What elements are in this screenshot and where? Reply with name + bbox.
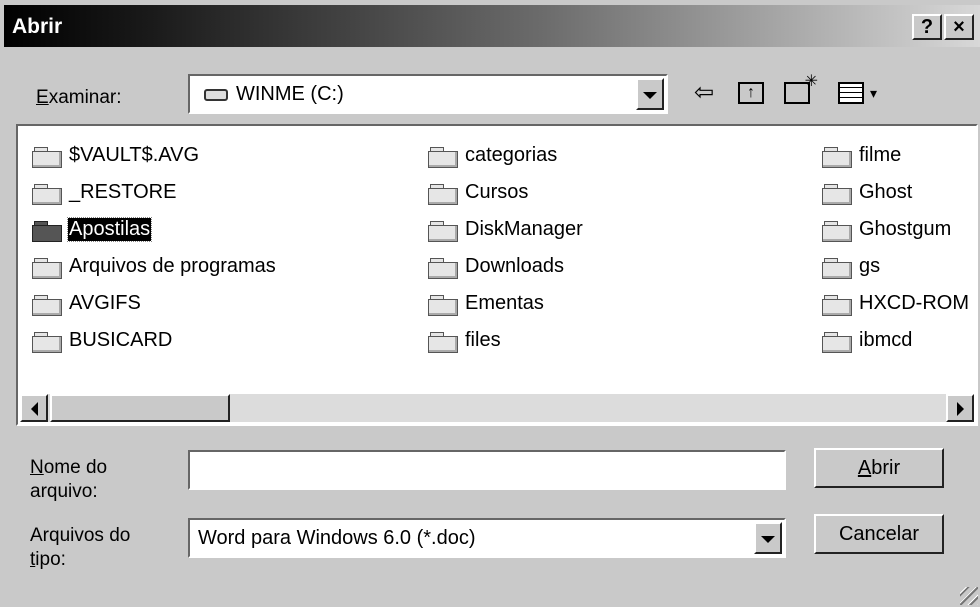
- drive-icon: [204, 89, 228, 101]
- window-title: Abrir: [12, 15, 63, 38]
- look-in-dropdown-button[interactable]: [636, 78, 664, 110]
- filename-label: Nome do arquivo:: [30, 457, 108, 502]
- horizontal-scrollbar[interactable]: [20, 394, 974, 422]
- filetype-dropdown-button[interactable]: [754, 522, 782, 554]
- folder-icon: [822, 258, 852, 279]
- filetype-label: Arquivos do tipo:: [30, 525, 131, 570]
- look-in-value: WINME (C:): [236, 83, 344, 105]
- look-in-combo[interactable]: WINME (C:): [188, 74, 668, 114]
- folder-icon: [822, 184, 852, 205]
- folder-icon: [32, 221, 62, 242]
- close-button[interactable]: ×: [944, 14, 974, 40]
- list-item[interactable]: HXCD-ROM: [822, 288, 976, 325]
- back-arrow-icon[interactable]: ⇦: [694, 80, 714, 106]
- help-button[interactable]: ?: [912, 14, 942, 40]
- scroll-thumb[interactable]: [50, 394, 230, 422]
- folder-icon: [32, 295, 62, 316]
- folder-icon: [32, 147, 62, 168]
- up-folder-icon[interactable]: ↑: [738, 82, 764, 104]
- file-column-3: filme Ghost Ghostgum gs HXCD-ROM ibmcd: [822, 140, 976, 362]
- arrow-right-icon: [956, 402, 964, 416]
- folder-icon: [32, 258, 62, 279]
- file-list[interactable]: $VAULT$.AVG _RESTORE Apostilas Arquivos …: [16, 124, 978, 426]
- chevron-down-icon: [643, 92, 657, 99]
- list-item[interactable]: filme: [822, 140, 976, 177]
- scroll-left-button[interactable]: [20, 394, 48, 422]
- chevron-down-icon: [761, 536, 775, 543]
- folder-icon: [32, 184, 62, 205]
- filetype-combo[interactable]: Word para Windows 6.0 (*.doc): [188, 518, 786, 558]
- folder-icon: [428, 221, 458, 242]
- resize-grip[interactable]: [960, 587, 978, 605]
- list-item[interactable]: Ghost: [822, 177, 976, 214]
- cancel-button[interactable]: Cancelar: [814, 514, 944, 554]
- list-item[interactable]: gs: [822, 251, 976, 288]
- filename-input[interactable]: [188, 450, 786, 490]
- folder-icon: [32, 332, 62, 353]
- folder-icon: [428, 184, 458, 205]
- scroll-right-button[interactable]: [946, 394, 974, 422]
- list-item[interactable]: Ghostgum: [822, 214, 976, 251]
- folder-icon: [428, 332, 458, 353]
- folder-icon: [822, 332, 852, 353]
- open-dialog: Abrir ? × Examinar: WINME (C:) ⇦ ↑ ✳ ▾ $…: [0, 0, 980, 607]
- folder-icon: [428, 295, 458, 316]
- view-menu-icon[interactable]: ▾: [838, 82, 877, 104]
- open-button[interactable]: Abrir: [814, 448, 944, 488]
- filetype-value: Word para Windows 6.0 (*.doc): [198, 527, 476, 549]
- folder-icon: [428, 147, 458, 168]
- folder-icon: [822, 221, 852, 242]
- shared-folder-icon: [822, 147, 852, 168]
- arrow-left-icon: [30, 402, 38, 416]
- folder-icon: [428, 258, 458, 279]
- new-folder-icon[interactable]: ✳: [784, 74, 818, 104]
- look-in-label: Examinar:: [36, 87, 122, 108]
- list-item[interactable]: ibmcd: [822, 325, 976, 362]
- folder-icon: [822, 295, 852, 316]
- title-bar[interactable]: Abrir ? ×: [4, 5, 980, 47]
